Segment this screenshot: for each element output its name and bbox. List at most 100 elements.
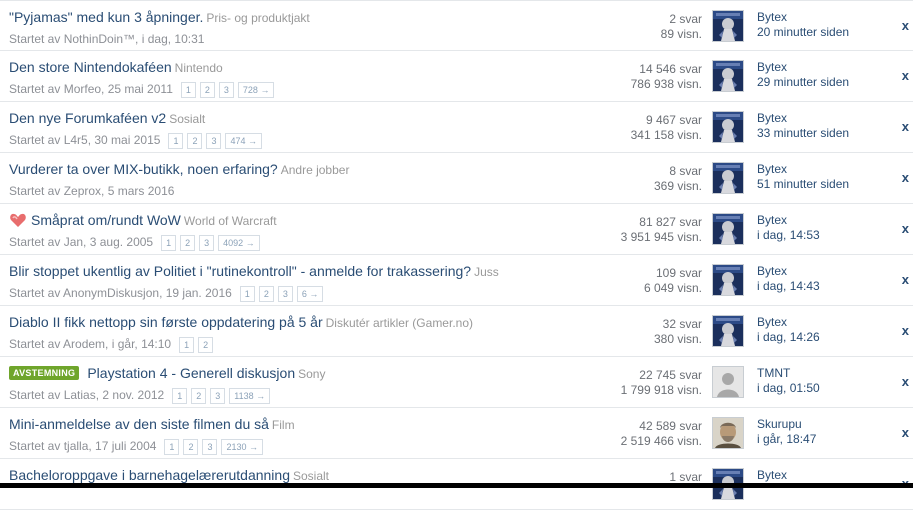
topic-title-link[interactable]: Mini-anmeldelse av den siste filmen du s… xyxy=(9,416,269,432)
page-link[interactable]: 1 xyxy=(164,439,180,455)
close-icon[interactable]: x xyxy=(902,272,909,287)
close-icon[interactable]: x xyxy=(902,18,909,33)
page-link[interactable]: 2 xyxy=(191,388,207,404)
last-post-time[interactable]: 20 minutter siden xyxy=(757,25,849,40)
last-poster-name[interactable]: TMNT xyxy=(757,366,820,381)
last-poster-name[interactable]: Bytex xyxy=(757,468,787,483)
topic-category[interactable]: Nintendo xyxy=(175,61,223,75)
topic-row: Den nye Forumkaféen v2 Sosialt Startet av … xyxy=(0,102,913,153)
page-link[interactable]: 1 xyxy=(172,388,188,404)
last-poster-avatar[interactable] xyxy=(712,213,744,245)
view-count: 786 938 visn. xyxy=(630,77,702,91)
topic-category[interactable]: Andre jobber xyxy=(281,163,350,177)
pagination: 1 2 3 1138 → xyxy=(172,388,274,404)
topic-title-line: Mini-anmeldelse av den siste filmen du s… xyxy=(9,416,295,432)
topic-stats: 42 589 svar 2 519 466 visn. xyxy=(621,419,702,449)
page-link[interactable]: 474 → xyxy=(225,133,263,149)
topic-title-line: Småprat om/rundt WoW World of Warcraft xyxy=(9,212,277,228)
topic-title-link[interactable]: "Pyjamas" med kun 3 åpninger. xyxy=(9,9,203,25)
page-link[interactable]: 1 xyxy=(239,286,255,302)
topic-category[interactable]: Film xyxy=(272,418,295,432)
last-poster-name[interactable]: Bytex xyxy=(757,60,849,75)
last-poster-name[interactable]: Bytex xyxy=(757,264,820,279)
topic-category[interactable]: Sosialt xyxy=(293,469,329,483)
page-link[interactable]: 4092 → xyxy=(218,235,260,251)
page-link[interactable]: 2 xyxy=(198,337,214,353)
last-poster-avatar[interactable] xyxy=(712,10,744,42)
last-poster-name[interactable]: Skurupu xyxy=(757,417,816,432)
last-poster-avatar[interactable] xyxy=(712,417,744,449)
page-link[interactable]: 1 xyxy=(161,235,177,251)
page-link[interactable]: 3 xyxy=(206,133,222,149)
topic-category[interactable]: Sony xyxy=(298,367,325,381)
page-link[interactable]: 2 xyxy=(183,439,199,455)
topic-category[interactable]: World of Warcraft xyxy=(184,214,277,228)
last-poster-avatar[interactable] xyxy=(712,315,744,347)
page-link[interactable]: 728 → xyxy=(237,82,275,98)
topic-title-link[interactable]: Playstation 4 - Generell diskusjon xyxy=(87,365,295,381)
page-link[interactable]: 3 xyxy=(218,82,234,98)
last-poster-avatar[interactable] xyxy=(712,162,744,194)
page-link[interactable]: 3 xyxy=(210,388,226,404)
topic-starter: Startet av Morfeo, 25 mai 2011 xyxy=(9,82,173,96)
last-post-time[interactable]: 51 minutter siden xyxy=(757,177,849,192)
last-poster-avatar[interactable] xyxy=(712,264,744,296)
last-poster-avatar[interactable] xyxy=(712,366,744,398)
topic-title-link[interactable]: Bacheloroppgave i barnehagelærerutdannin… xyxy=(9,467,290,483)
close-icon[interactable]: x xyxy=(902,374,909,389)
topic-title-link[interactable]: Småprat om/rundt WoW xyxy=(31,212,181,228)
close-icon[interactable]: x xyxy=(902,425,909,440)
topic-starter: Startet av Latias, 2 nov. 2012 xyxy=(9,388,165,402)
view-count: 2 519 466 visn. xyxy=(620,434,702,448)
topic-category[interactable]: Juss xyxy=(474,265,499,279)
close-icon[interactable]: x xyxy=(902,221,909,236)
topic-title-link[interactable]: Vurderer ta over MIX-butikk, noen erfari… xyxy=(9,161,278,177)
page-link[interactable]: 2 xyxy=(199,82,215,98)
page-link[interactable]: 3 xyxy=(199,235,215,251)
last-poster-name[interactable]: Bytex xyxy=(757,162,849,177)
last-post-time[interactable]: 33 minutter siden xyxy=(757,126,849,141)
page-link[interactable]: 1 xyxy=(180,82,196,98)
topic-title-link[interactable]: Den store Nintendokaféen xyxy=(9,59,172,75)
topic-title-link[interactable]: Den nye Forumkaféen v2 xyxy=(9,110,166,126)
close-icon[interactable]: x xyxy=(902,170,909,185)
topic-title-link[interactable]: Blir stoppet ukentlig av Politiet i "rut… xyxy=(9,263,471,279)
page-link[interactable]: 2 xyxy=(187,133,203,149)
pagination: 1 2 3 728 → xyxy=(180,82,279,98)
topic-meta: Startet av L4r5, 30 mai 2015 1 2 3 474 → xyxy=(9,133,266,149)
last-poster-avatar[interactable] xyxy=(712,60,744,92)
last-post-time[interactable]: 29 minutter siden xyxy=(757,75,849,90)
last-post-info: Bytex i dag, 14:26 xyxy=(757,315,820,345)
last-poster-name[interactable]: Bytex xyxy=(757,213,820,228)
page-link[interactable]: 3 xyxy=(277,286,293,302)
reply-count: 14 546 svar xyxy=(639,62,702,76)
close-icon[interactable]: x xyxy=(902,323,909,338)
page-link[interactable]: 2 xyxy=(180,235,196,251)
page-link[interactable]: 2 xyxy=(258,286,274,302)
last-post-time[interactable]: i dag, 14:43 xyxy=(757,279,820,294)
page-link[interactable]: 6 → xyxy=(296,286,324,302)
topic-meta: Startet av tjalla, 17 juli 2004 1 2 3 2130 → xyxy=(9,439,267,455)
last-post-time[interactable]: i går, 18:47 xyxy=(757,432,816,447)
page-link[interactable]: 3 xyxy=(202,439,218,455)
last-poster-name[interactable]: Bytex xyxy=(757,111,849,126)
topic-category[interactable]: Diskutér artikler (Gamer.no) xyxy=(326,316,473,330)
page-link[interactable]: 1 xyxy=(179,337,195,353)
page-link[interactable]: 1138 → xyxy=(229,388,271,404)
topic-title-link[interactable]: Diablo II fikk nettopp sin første oppdat… xyxy=(9,314,323,330)
page-link[interactable]: 1 xyxy=(168,133,184,149)
topic-stats: 14 546 svar 786 938 visn. xyxy=(631,62,702,92)
last-post-time[interactable]: i dag, 01:50 xyxy=(757,381,820,396)
topic-category[interactable]: Pris- og produktjakt xyxy=(206,11,309,25)
page-link[interactable]: 2130 → xyxy=(221,439,263,455)
last-poster-name[interactable]: Bytex xyxy=(757,10,849,25)
last-post-time[interactable]: i dag, 14:53 xyxy=(757,228,820,243)
reply-count: 8 svar xyxy=(669,164,702,178)
last-poster-avatar[interactable] xyxy=(712,111,744,143)
close-icon[interactable]: x xyxy=(902,119,909,134)
close-icon[interactable]: x xyxy=(902,68,909,83)
topic-starter: Startet av Arodem, i går, 14:10 xyxy=(9,337,172,351)
last-post-time[interactable]: i dag, 14:26 xyxy=(757,330,820,345)
topic-category[interactable]: Sosialt xyxy=(169,112,205,126)
last-poster-name[interactable]: Bytex xyxy=(757,315,820,330)
